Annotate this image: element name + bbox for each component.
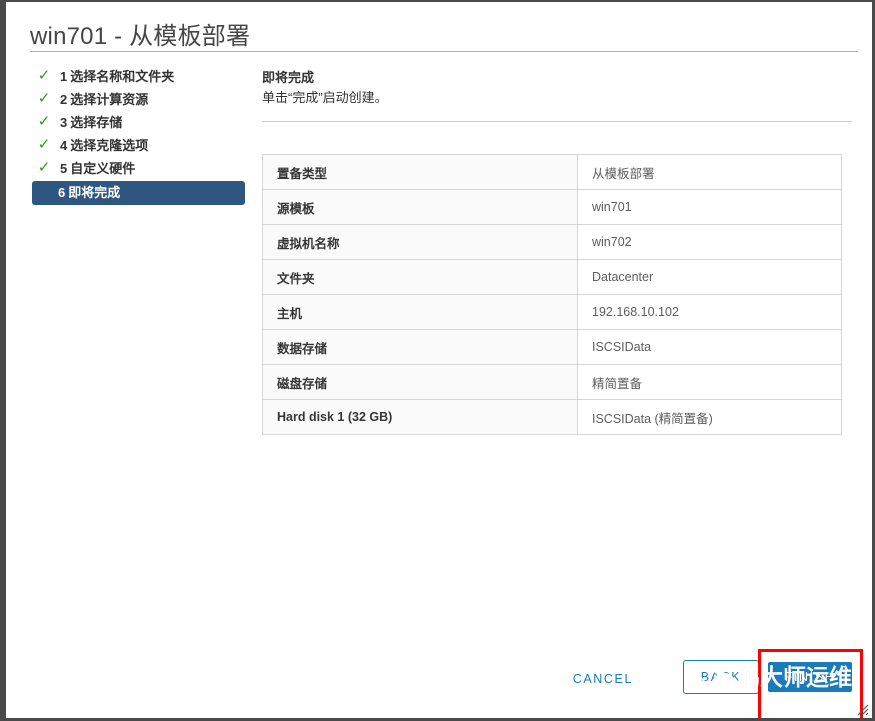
wizard-step-number: 3 bbox=[60, 115, 68, 130]
page-title: win701 - 从模板部署 bbox=[30, 23, 251, 50]
wizard-step-label: 选择克隆选项 bbox=[70, 138, 149, 153]
wizard-step-label: 自定义硬件 bbox=[70, 161, 136, 176]
table-row: 磁盘存储 精简置备 bbox=[262, 364, 842, 400]
wizard-step-4[interactable]: ✓ 4 选择克隆选项 bbox=[32, 135, 247, 156]
finish-button[interactable]: FINISH bbox=[768, 662, 852, 692]
wizard-step-label: 选择名称和文件夹 bbox=[70, 69, 175, 84]
summary-value: 精简置备 bbox=[577, 364, 842, 400]
content-header: 即将完成 单击“完成”启动创建。 bbox=[262, 68, 852, 108]
summary-key: 虚拟机名称 bbox=[262, 224, 578, 260]
check-icon: ✓ bbox=[37, 113, 51, 130]
wizard-step-label: 选择存储 bbox=[70, 115, 123, 130]
summary-value: 从模板部署 bbox=[577, 154, 842, 190]
wizard-step-label: 选择计算资源 bbox=[70, 92, 149, 107]
summary-key: 磁盘存储 bbox=[262, 364, 578, 400]
wizard-step-number: 4 bbox=[60, 138, 68, 153]
summary-table-body: 置备类型 从模板部署 源模板 win701 虚拟机名称 win702 文件夹 Datacent… bbox=[262, 154, 842, 435]
cancel-button[interactable]: CANCEL bbox=[569, 667, 637, 691]
summary-value: ISCSIData (精简置备) bbox=[577, 399, 842, 435]
summary-key: 置备类型 bbox=[262, 154, 578, 190]
wizard-footer: CANCEL BACK FINISH bbox=[6, 649, 872, 718]
check-icon: ✓ bbox=[37, 67, 51, 84]
table-row: Hard disk 1 (32 GB) ISCSIData (精简置备) bbox=[262, 399, 842, 435]
check-icon: ✓ bbox=[37, 90, 51, 107]
wizard-step-5[interactable]: ✓ 5 自定义硬件 bbox=[32, 158, 247, 179]
summary-value: win702 bbox=[577, 224, 842, 260]
summary-key: 文件夹 bbox=[262, 259, 578, 295]
back-button[interactable]: BACK bbox=[683, 660, 759, 694]
summary-table: 置备类型 从模板部署 源模板 win701 虚拟机名称 win702 文件夹 Datacent… bbox=[262, 154, 842, 435]
wizard-step-1[interactable]: ✓ 1 选择名称和文件夹 bbox=[32, 66, 247, 87]
wizard-step-6[interactable]: 6 即将完成 bbox=[32, 181, 245, 205]
summary-key: 主机 bbox=[262, 294, 578, 330]
resize-grip[interactable] bbox=[857, 703, 869, 716]
wizard-step-number: 5 bbox=[60, 161, 68, 176]
summary-value: 192.168.10.102 bbox=[577, 294, 842, 330]
summary-key: 数据存储 bbox=[262, 329, 578, 365]
summary-value: Datacenter bbox=[577, 259, 842, 295]
table-row: 置备类型 从模板部署 bbox=[262, 154, 842, 190]
wizard-step-list: ✓ 1 选择名称和文件夹 ✓ 2 选择计算资源 ✓ 3 选择存储 ✓ 4 选择克隆选项 ✓ 5 自定义硬件 6… bbox=[32, 66, 247, 207]
check-icon: ✓ bbox=[37, 136, 51, 153]
wizard-step-number: 6 bbox=[58, 185, 66, 200]
content-subtitle: 单击“完成”启动创建。 bbox=[262, 90, 388, 105]
wizard-step-number: 1 bbox=[60, 69, 68, 84]
wizard-step-number: 2 bbox=[60, 92, 68, 107]
table-row: 主机 192.168.10.102 bbox=[262, 294, 842, 330]
wizard-step-label: 即将完成 bbox=[68, 185, 121, 200]
table-row: 文件夹 Datacenter bbox=[262, 259, 842, 295]
table-row: 数据存储 ISCSIData bbox=[262, 329, 842, 365]
table-row: 虚拟机名称 win702 bbox=[262, 224, 842, 260]
summary-value: win701 bbox=[577, 189, 842, 225]
wizard-window: win701 - 从模板部署 ✓ 1 选择名称和文件夹 ✓ 2 选择计算资源 ✓ 3 选择存储 ✓… bbox=[0, 0, 875, 721]
content-title: 即将完成 bbox=[262, 70, 315, 85]
wizard-step-2[interactable]: ✓ 2 选择计算资源 bbox=[32, 89, 247, 110]
summary-key: 源模板 bbox=[262, 189, 578, 225]
summary-value: ISCSIData bbox=[577, 329, 842, 365]
title-divider bbox=[30, 51, 858, 52]
wizard-step-3[interactable]: ✓ 3 选择存储 bbox=[32, 112, 247, 133]
check-icon: ✓ bbox=[37, 159, 51, 176]
content-divider bbox=[262, 121, 852, 122]
wizard-window-body: win701 - 从模板部署 ✓ 1 选择名称和文件夹 ✓ 2 选择计算资源 ✓ 3 选择存储 ✓… bbox=[6, 2, 872, 718]
table-row: 源模板 win701 bbox=[262, 189, 842, 225]
summary-key: Hard disk 1 (32 GB) bbox=[262, 399, 578, 435]
